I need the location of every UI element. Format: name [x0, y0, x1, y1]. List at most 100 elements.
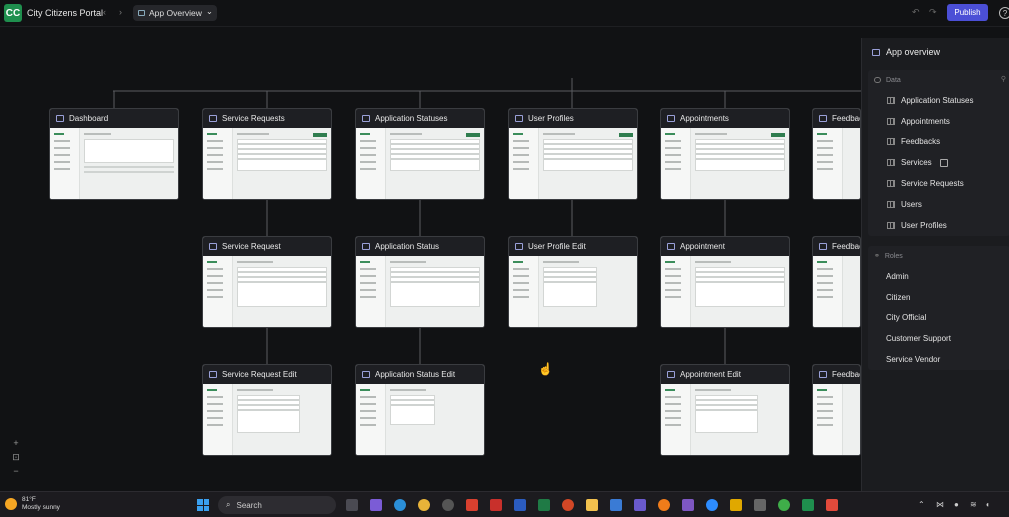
windows-taskbar: 81°F Mostly sunny ⌕ Search ⌃ ⋈ ● ≋ ◖: [0, 491, 1009, 517]
page-card-feedback[interactable]: Feedbac: [812, 236, 861, 328]
page-card-appointment[interactable]: Appointment: [660, 236, 790, 328]
roles-icon: ⚭: [874, 253, 880, 260]
card-title: Service Request: [222, 242, 281, 251]
card-title: Feedbac: [832, 114, 861, 123]
app-icon[interactable]: [802, 499, 814, 511]
page-preview: [661, 384, 789, 455]
role-item-service-vendor[interactable]: Service Vendor: [868, 349, 1009, 370]
card-title: Service Requests: [222, 114, 285, 123]
chrome-icon[interactable]: [418, 499, 430, 511]
store-icon[interactable]: [610, 499, 622, 511]
redo-icon[interactable]: ↷: [929, 7, 937, 18]
zoom-controls: + ⊡ −: [10, 436, 22, 478]
data-item-feedbacks[interactable]: Feedbacks: [868, 132, 1009, 153]
taskbar-search[interactable]: ⌕ Search: [218, 496, 336, 514]
page-icon: [872, 48, 880, 56]
page-card-application-status[interactable]: Application Status: [355, 236, 485, 328]
excel-icon[interactable]: [538, 499, 550, 511]
app-icon[interactable]: [442, 499, 454, 511]
app-overview-canvas[interactable]: Dashboard Service Requests Application S…: [0, 28, 1009, 491]
app-icon[interactable]: [634, 499, 646, 511]
zoom-icon[interactable]: [706, 499, 718, 511]
zoom-in-icon[interactable]: +: [10, 436, 22, 450]
publish-button[interactable]: Publish: [947, 4, 988, 21]
app-logo[interactable]: CC: [4, 4, 22, 22]
page-card-service-request[interactable]: Service Request: [202, 236, 332, 328]
data-item-user-profiles[interactable]: User Profiles: [868, 215, 1009, 236]
back-arrow-icon[interactable]: ‹: [103, 7, 106, 17]
table-icon: [887, 96, 895, 104]
page-icon: [667, 371, 675, 378]
wifi-icon[interactable]: ≋: [970, 500, 977, 509]
page-preview: [661, 128, 789, 199]
sun-icon: [5, 498, 17, 510]
role-item-citizen[interactable]: Citizen: [868, 287, 1009, 308]
app-icon[interactable]: [490, 499, 502, 511]
speaker-icon[interactable]: ◖: [985, 500, 990, 509]
app-title[interactable]: City Citizens Portal: [27, 8, 103, 18]
page-card-appointments[interactable]: Appointments: [660, 108, 790, 200]
role-item-customer-support[interactable]: Customer Support: [868, 328, 1009, 349]
page-card-service-request-edit[interactable]: Service Request Edit: [202, 364, 332, 456]
role-item-admin[interactable]: Admin: [868, 266, 1009, 287]
data-item-appointments[interactable]: Appointments: [868, 111, 1009, 132]
copilot-icon[interactable]: [370, 499, 382, 511]
fit-view-icon[interactable]: ⊡: [10, 450, 22, 464]
page-preview: [356, 384, 484, 455]
page-card-application-status-edit[interactable]: Application Status Edit: [355, 364, 485, 456]
page-icon: [362, 371, 370, 378]
page-card-feedbacks[interactable]: Feedbac: [812, 108, 861, 200]
app-icon[interactable]: [754, 499, 766, 511]
page-preview: [813, 256, 860, 327]
wrench-icon[interactable]: ⚲: [1001, 75, 1006, 83]
table-icon: [887, 159, 895, 167]
external-link-icon: [939, 158, 948, 167]
page-card-feedback-edit[interactable]: Feedbac: [812, 364, 861, 456]
search-icon: ⌕: [226, 500, 231, 509]
data-item-services[interactable]: Services: [868, 152, 1009, 173]
table-icon: [887, 138, 895, 146]
forward-arrow-icon[interactable]: ›: [119, 7, 122, 17]
page-card-appointment-edit[interactable]: Appointment Edit: [660, 364, 790, 456]
page-icon: [138, 10, 145, 16]
data-item-application-statuses[interactable]: Application Statuses: [868, 90, 1009, 111]
taskbar-search-label: Search: [236, 500, 262, 510]
card-title: User Profiles: [528, 114, 574, 123]
page-card-application-statuses[interactable]: Application Statuses: [355, 108, 485, 200]
microphone-icon[interactable]: ●: [954, 500, 959, 509]
data-item-label: Users: [901, 199, 922, 209]
app-icon[interactable]: [826, 499, 838, 511]
page-icon: [515, 115, 523, 122]
card-title: Application Status Edit: [375, 370, 456, 379]
weather-widget[interactable]: 81°F Mostly sunny: [5, 496, 60, 512]
app-icon[interactable]: [658, 499, 670, 511]
page-icon: [209, 243, 217, 250]
role-item-city-official[interactable]: City Official: [868, 308, 1009, 329]
help-icon[interactable]: ?: [999, 7, 1009, 19]
network-icon[interactable]: ⋈: [936, 500, 944, 509]
page-card-service-requests[interactable]: Service Requests: [202, 108, 332, 200]
page-card-user-profile-edit[interactable]: User Profile Edit: [508, 236, 638, 328]
data-item-users[interactable]: Users: [868, 194, 1009, 215]
visual-studio-icon[interactable]: [682, 499, 694, 511]
edge-icon[interactable]: [394, 499, 406, 511]
data-item-service-requests[interactable]: Service Requests: [868, 173, 1009, 194]
file-explorer-icon[interactable]: [586, 499, 598, 511]
task-view-icon[interactable]: [346, 499, 358, 511]
chevron-up-icon[interactable]: ⌃: [918, 500, 925, 509]
card-title: Dashboard: [69, 114, 109, 123]
word-icon[interactable]: [514, 499, 526, 511]
view-selector-label: App Overview: [149, 8, 202, 18]
page-card-dashboard[interactable]: Dashboard: [49, 108, 179, 200]
app-icon[interactable]: [466, 499, 478, 511]
page-card-user-profiles[interactable]: User Profiles: [508, 108, 638, 200]
windows-start-icon[interactable]: [197, 499, 209, 511]
zoom-out-icon[interactable]: −: [10, 464, 22, 478]
view-selector[interactable]: App Overview ⌄: [133, 5, 217, 21]
app-icon[interactable]: [778, 499, 790, 511]
app-icon[interactable]: [730, 499, 742, 511]
top-bar: CC City Citizens Portal ‹ › App Overview…: [0, 0, 1009, 27]
panel-title: App overview: [886, 47, 941, 57]
powerpoint-icon[interactable]: [562, 499, 574, 511]
undo-icon[interactable]: ↶: [912, 7, 920, 18]
